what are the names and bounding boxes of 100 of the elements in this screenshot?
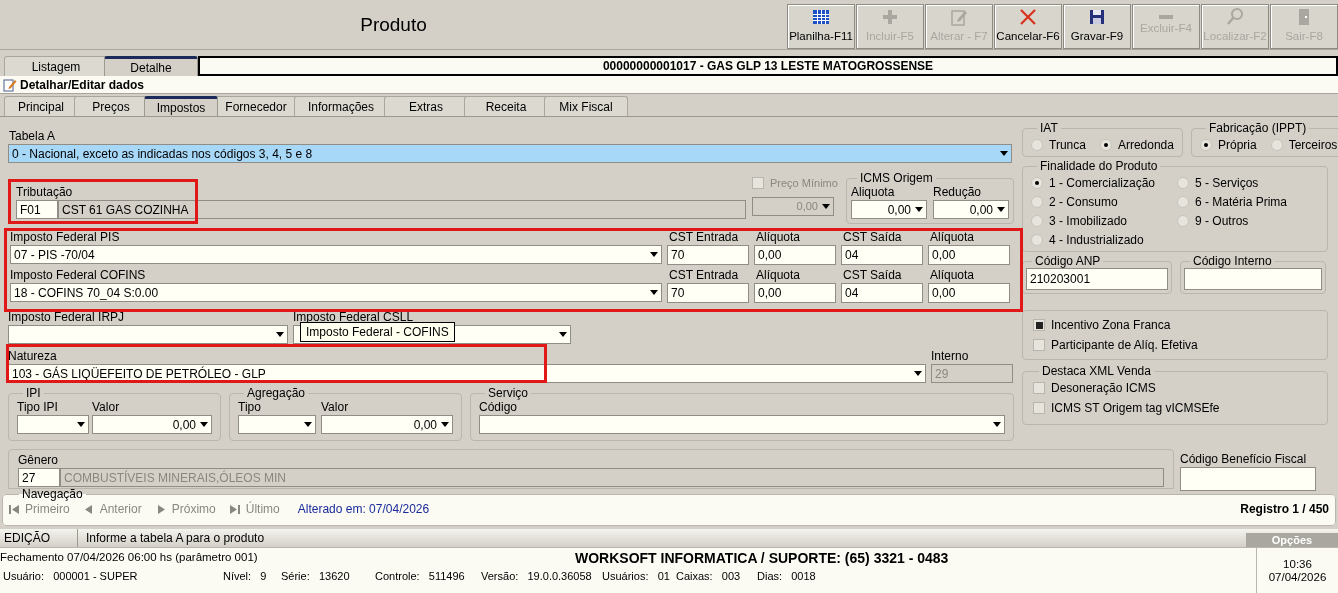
select-field[interactable]: 07 - PIS -70/04 — [10, 245, 662, 264]
toolbar-button[interactable]: Gravar-F9 — [1063, 4, 1131, 49]
radio-icon[interactable] — [1031, 138, 1043, 151]
group-title: Navegação — [21, 488, 84, 500]
checkbox-icon[interactable] — [1033, 339, 1045, 351]
select-field[interactable]: 0,00 — [92, 415, 212, 434]
text-field[interactable]: 27 — [18, 468, 60, 487]
radio-icon[interactable] — [1177, 195, 1189, 208]
text-field[interactable]: 0,00 — [928, 283, 1010, 303]
text-field[interactable]: 0,00 — [754, 283, 836, 303]
toolbar-button[interactable]: Planilha-F11 — [787, 4, 855, 49]
radio-option[interactable]: Trunca — [1031, 135, 1086, 154]
field-label: Imposto Federal COFINS — [10, 268, 147, 283]
checkbox-icon[interactable] — [1033, 402, 1045, 414]
checkbox-option[interactable]: Incentivo Zona Franca — [1033, 315, 1317, 335]
field-label: Tipo — [238, 400, 262, 415]
text-field[interactable]: 210203001 — [1026, 268, 1168, 290]
dropdown-arrow-icon[interactable] — [650, 290, 658, 295]
next-icon — [155, 504, 166, 514]
tab[interactable]: Mix Fiscal — [544, 96, 628, 116]
record-title-bar: 00000000001017 - GAS GLP 13 LESTE MATOGROSSENSE — [198, 56, 1338, 76]
dropdown-arrow-icon[interactable] — [559, 332, 567, 337]
checkbox-icon[interactable] — [752, 177, 764, 189]
field-label: CST Saída — [842, 230, 903, 245]
last-icon — [229, 504, 240, 514]
text-field[interactable]: F01 — [16, 200, 58, 219]
radio-icon[interactable] — [1031, 214, 1043, 227]
dropdown-arrow-icon[interactable] — [276, 332, 284, 337]
dropdown-arrow-icon[interactable] — [993, 422, 1001, 427]
select-field[interactable] — [17, 415, 89, 434]
select-field[interactable]: 0 - Nacional, exceto as indicadas nos códigos 3, 4, 5 e 8 — [8, 144, 1012, 163]
select-field[interactable]: 0,00 — [321, 415, 453, 434]
tab[interactable]: Impostos — [144, 96, 218, 116]
text-field[interactable]: 70 — [667, 283, 749, 303]
field-label: Tipo IPI — [17, 400, 59, 415]
dropdown-arrow-icon[interactable] — [441, 422, 449, 427]
checkbox-option[interactable]: Participante de Alíq. Efetiva — [1033, 335, 1317, 355]
radio-option[interactable]: 1 - Comercialização — [1031, 173, 1177, 192]
radio-option[interactable]: 3 - Imobilizado — [1031, 211, 1177, 230]
radio-icon[interactable] — [1199, 138, 1212, 151]
radio-icon[interactable] — [1177, 176, 1189, 189]
session-info: Série: 13620 — [281, 568, 351, 584]
radio-icon[interactable] — [1031, 233, 1043, 246]
group-title: Serviço — [487, 386, 529, 400]
field-label: Natureza — [8, 349, 58, 364]
dropdown-arrow-icon[interactable] — [77, 422, 85, 427]
text-field[interactable]: CST 61 GAS COZINHA — [58, 200, 746, 219]
select-field[interactable] — [238, 415, 316, 434]
radio-icon[interactable] — [1031, 195, 1043, 208]
text-field[interactable] — [1184, 268, 1322, 290]
checkbox-icon[interactable] — [1033, 319, 1045, 331]
text-field[interactable]: 70 — [667, 245, 749, 265]
radio-option[interactable]: 2 - Consumo — [1031, 192, 1177, 211]
checkbox-option[interactable]: ICMS ST Origem tag vICMSEfe — [1033, 398, 1317, 418]
radio-icon[interactable] — [1099, 138, 1112, 151]
text-field[interactable]: 0,00 — [754, 245, 836, 265]
dropdown-arrow-icon[interactable] — [1000, 151, 1008, 156]
field-label: Tabela A — [8, 129, 57, 144]
radio-option[interactable]: Arredonda — [1099, 135, 1174, 154]
session-info: Usuário: 000001 - SUPER — [3, 568, 139, 584]
tab[interactable]: Detalhe — [104, 56, 198, 76]
radio-icon[interactable] — [1177, 214, 1189, 227]
group-title: ICMS Origem — [859, 171, 934, 185]
session-info: Controle: 511496 — [375, 568, 466, 584]
select-field[interactable] — [8, 325, 288, 344]
radio-icon[interactable] — [1031, 176, 1043, 189]
text-field[interactable]: 04 — [841, 283, 923, 303]
field-label: CST Entrada — [668, 268, 740, 283]
checkbox-icon[interactable] — [1033, 382, 1045, 394]
select-field[interactable]: 0,00 — [933, 200, 1009, 219]
toolbar-button[interactable]: Cancelar-F6 — [994, 4, 1062, 49]
field-label: Alíquota — [929, 230, 976, 245]
group-title: IPI — [25, 386, 42, 400]
radio-option[interactable]: Terceiros — [1270, 135, 1338, 154]
radio-option[interactable]: Própria — [1199, 135, 1257, 154]
dropdown-arrow-icon[interactable] — [200, 422, 208, 427]
dropdown-arrow-icon[interactable] — [650, 252, 658, 257]
dropdown-arrow-icon[interactable] — [304, 422, 312, 427]
radio-option[interactable]: 6 - Matéria Prima — [1177, 192, 1319, 211]
select-field[interactable]: 0,00 — [851, 200, 927, 219]
dropdown-arrow-icon[interactable] — [997, 207, 1005, 212]
dropdown-arrow-icon[interactable] — [914, 371, 922, 376]
group-title: Fabricação (IPPT) — [1207, 121, 1308, 135]
radio-option[interactable]: 5 - Serviços — [1177, 173, 1319, 192]
text-field[interactable]: 04 — [841, 245, 923, 265]
record-counter: Registro 1 / 450 — [1240, 501, 1329, 518]
dropdown-arrow-icon[interactable] — [822, 204, 830, 209]
checkbox-option[interactable]: Desoneração ICMS — [1033, 378, 1317, 398]
closing-info: Fechamento 07/04/2026 06:00 hs (parâmetro 001) — [0, 550, 259, 566]
text-field[interactable]: 0,00 — [928, 245, 1010, 265]
radio-option[interactable]: 9 - Outros — [1177, 211, 1319, 230]
field-label: Código Benefício Fiscal — [1180, 451, 1308, 467]
text-field[interactable] — [1180, 467, 1316, 491]
radio-option[interactable]: 4 - Industrializado — [1031, 230, 1177, 249]
changed-date: Alterado em: 07/04/2026 — [297, 501, 430, 518]
radio-icon[interactable] — [1270, 138, 1283, 151]
select-field[interactable]: 18 - COFINS 70_04 S:0.00 — [10, 283, 662, 302]
dropdown-arrow-icon[interactable] — [915, 207, 923, 212]
select-field[interactable] — [479, 415, 1005, 434]
field-label: Código — [479, 400, 519, 415]
